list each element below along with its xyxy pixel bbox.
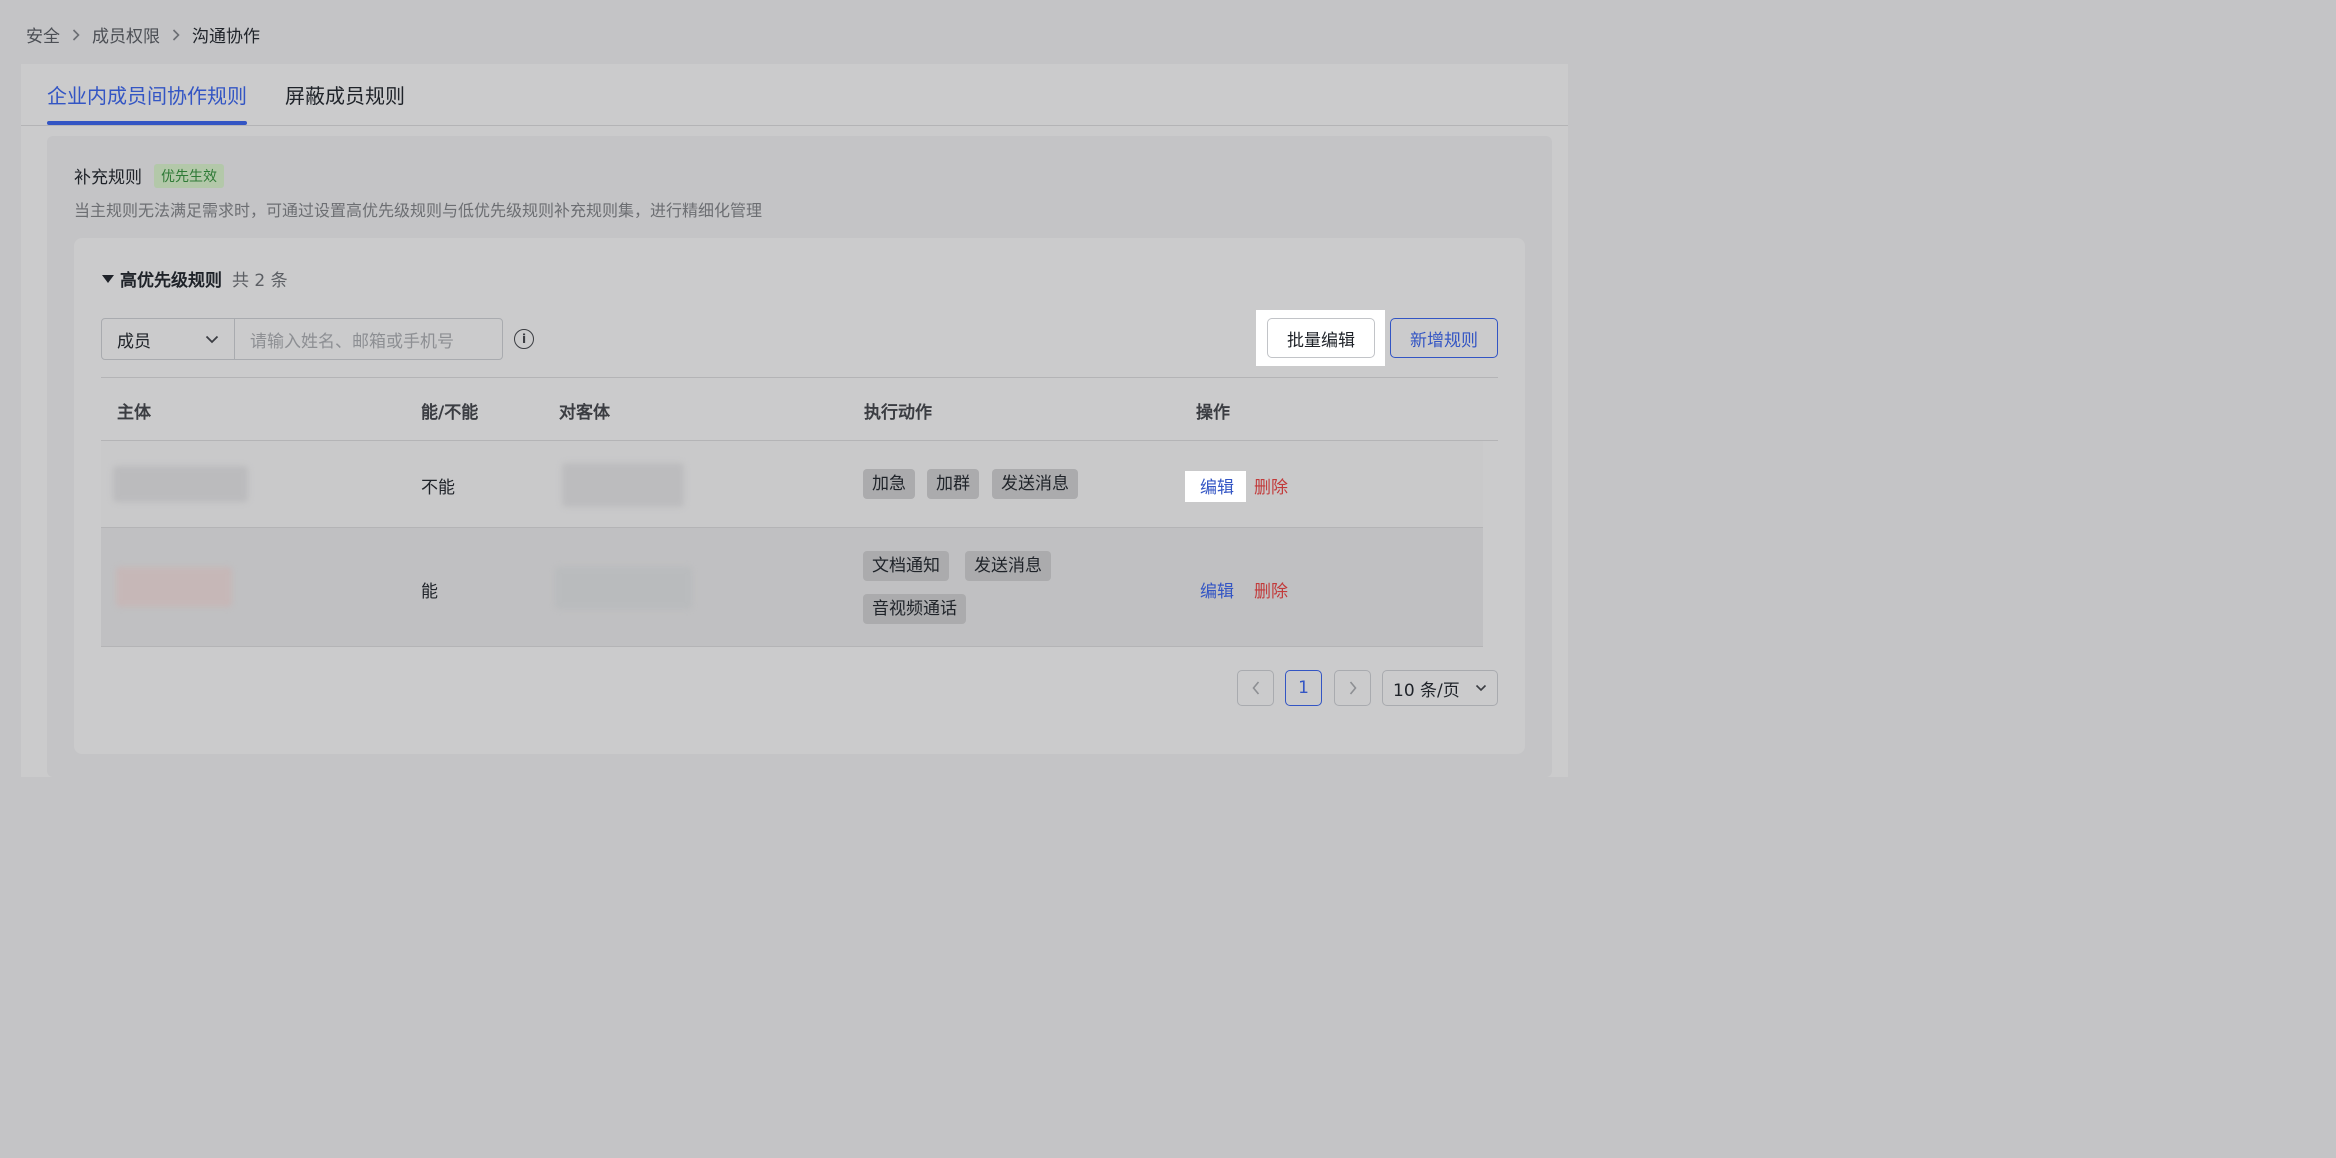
group-title: 高优先级规则 [120, 271, 222, 291]
section-header: 补充规则 优先生效 [74, 163, 224, 188]
breadcrumb: 安全 成员权限 沟通协作 [26, 22, 260, 47]
search-input[interactable]: 请输入姓名、邮箱或手机号 [235, 319, 502, 359]
batch-edit-button[interactable]: 批量编辑 [1267, 318, 1375, 358]
permission-value: 不能 [421, 478, 455, 498]
breadcrumb-item-member-permissions[interactable]: 成员权限 [92, 22, 160, 47]
group-toggle[interactable]: 高优先级规则 共 2 条 [102, 266, 288, 291]
edit-link[interactable]: 编辑 [1200, 473, 1234, 498]
page-button-current[interactable]: 1 [1285, 670, 1322, 706]
member-filter: 成员 请输入姓名、邮箱或手机号 [101, 318, 503, 360]
redacted-object [555, 567, 692, 609]
breadcrumb-item-current: 沟通协作 [192, 27, 260, 47]
permission-value: 能 [421, 582, 438, 602]
redacted-object [562, 463, 684, 507]
chevron-down-icon [1475, 684, 1487, 692]
action-tag: 加群 [927, 469, 979, 499]
caret-down-icon [102, 274, 114, 283]
action-tag: 加急 [863, 469, 915, 499]
add-rule-button[interactable]: 新增规则 [1390, 318, 1498, 358]
delete-link[interactable]: 删除 [1254, 577, 1288, 602]
column-header-subject: 主体 [117, 403, 151, 423]
prev-page-button[interactable] [1237, 670, 1274, 706]
redacted-subject [116, 567, 232, 607]
action-tag: 发送消息 [965, 551, 1051, 581]
action-tag: 发送消息 [992, 469, 1078, 499]
table-top-divider [101, 377, 1498, 378]
chevron-right-icon [72, 28, 80, 41]
column-header-permission: 能/不能 [421, 403, 479, 423]
breadcrumb-item-security[interactable]: 安全 [26, 22, 60, 47]
chevron-right-icon [172, 28, 180, 41]
chevron-down-icon [205, 335, 219, 344]
tab-divider [21, 125, 1568, 126]
next-page-button[interactable] [1334, 670, 1371, 706]
tab-bar: 企业内成员间协作规则 屏蔽成员规则 [47, 80, 443, 126]
chevron-right-icon [1349, 681, 1357, 695]
column-header-object: 对客体 [559, 403, 610, 423]
tab-block-member-rules[interactable]: 屏蔽成员规则 [285, 80, 405, 126]
column-header-actions: 执行动作 [864, 403, 932, 423]
section-description: 当主规则无法满足需求时，可通过设置高优先级规则与低优先级规则补充规则集，进行精细… [74, 201, 763, 220]
filter-type-value: 成员 [117, 331, 151, 352]
table-bottom-divider [101, 646, 1483, 647]
delete-link[interactable]: 删除 [1254, 473, 1288, 498]
page-size-value: 10 条/页 [1393, 680, 1460, 701]
action-tag: 文档通知 [863, 551, 949, 581]
group-count: 共 2 条 [232, 271, 288, 291]
tab-internal-collaboration-rules[interactable]: 企业内成员间协作规则 [47, 80, 247, 126]
edit-link[interactable]: 编辑 [1200, 577, 1234, 602]
action-tag: 音视频通话 [863, 594, 966, 624]
priority-badge: 优先生效 [154, 163, 224, 188]
filter-type-select[interactable]: 成员 [102, 319, 235, 359]
page-size-select[interactable]: 10 条/页 [1382, 670, 1498, 706]
section-title: 补充规则 [74, 168, 142, 188]
chevron-left-icon [1251, 681, 1260, 695]
redacted-subject [113, 466, 248, 502]
column-header-operations: 操作 [1196, 403, 1230, 423]
info-icon[interactable]: i [514, 329, 534, 349]
